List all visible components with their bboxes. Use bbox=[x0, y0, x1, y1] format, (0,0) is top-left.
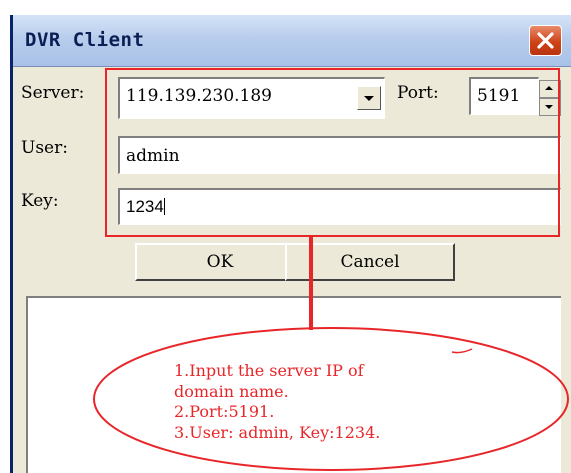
annotation-line-4: 3.User: admin, Key:1234. bbox=[174, 423, 381, 442]
port-label: Port: bbox=[397, 83, 439, 103]
server-value: 119.139.230.189 bbox=[126, 86, 273, 106]
annotation-line-1: 1.Input the server IP of bbox=[174, 361, 364, 380]
user-label: User: bbox=[21, 138, 68, 158]
annotation-line-2: domain name. bbox=[174, 382, 289, 401]
user-input[interactable]: admin bbox=[118, 136, 561, 174]
text-cursor bbox=[163, 198, 165, 215]
port-spin-up-icon[interactable] bbox=[539, 80, 561, 98]
key-value: 1234 bbox=[126, 197, 164, 216]
ok-button[interactable]: OK bbox=[135, 243, 305, 281]
close-button[interactable] bbox=[529, 25, 562, 56]
window-title: DVR Client bbox=[25, 29, 145, 51]
server-combobox[interactable]: 119.139.230.189 bbox=[118, 77, 385, 119]
server-label: Server: bbox=[21, 83, 85, 103]
port-input[interactable]: 5191 bbox=[469, 77, 539, 115]
port-spin-down-icon[interactable] bbox=[539, 98, 561, 116]
close-icon bbox=[537, 32, 554, 49]
key-label: Key: bbox=[21, 191, 59, 211]
port-value: 5191 bbox=[477, 86, 521, 106]
cancel-button[interactable]: Cancel bbox=[285, 243, 455, 281]
key-input[interactable]: 1234 bbox=[118, 188, 561, 225]
log-area bbox=[26, 296, 561, 473]
chevron-down-icon[interactable] bbox=[357, 86, 381, 110]
user-value: admin bbox=[126, 146, 180, 166]
title-bar[interactable]: DVR Client bbox=[13, 15, 571, 67]
annotation-line-3: 2.Port:5191. bbox=[174, 402, 275, 421]
